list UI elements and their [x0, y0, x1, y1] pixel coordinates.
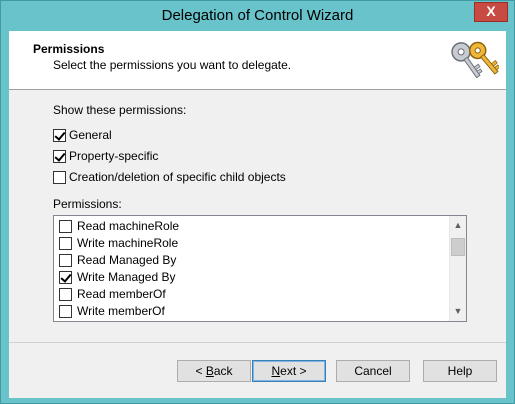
back-button-rest: ack [213, 364, 233, 378]
child-objects-checkbox[interactable]: Creation/deletion of specific child obje… [53, 169, 286, 185]
page-title: Permissions [33, 42, 105, 56]
scroll-up-icon[interactable]: ▲ [450, 217, 466, 234]
general-checkbox-label: General [69, 128, 112, 142]
general-checkbox[interactable]: General [53, 127, 112, 143]
permissions-scrollbar[interactable]: ▲ ▼ [449, 216, 466, 321]
list-item-label: Read memberOf [77, 287, 166, 301]
list-item[interactable]: Write Managed By [59, 269, 176, 285]
child-objects-checkbox-box[interactable] [53, 170, 66, 184]
list-item[interactable]: Write machineRole [59, 235, 178, 251]
cancel-button[interactable]: Cancel [336, 360, 410, 382]
permissions-listbox[interactable]: Read machineRole Write machineRole Read … [53, 215, 467, 322]
property-specific-checkbox-box[interactable] [53, 149, 66, 163]
keys-icon [451, 41, 499, 79]
page-subtitle: Select the permissions you want to deleg… [53, 58, 292, 72]
permissions-label: Permissions: [53, 197, 122, 211]
cancel-button-label: Cancel [354, 364, 392, 378]
list-item-label: Read machineRole [77, 219, 180, 233]
help-button-label: Help [447, 364, 473, 378]
next-button-accel: N [271, 364, 281, 378]
child-objects-checkbox-label: Creation/deletion of specific child obje… [69, 170, 286, 184]
wizard-header: Permissions Select the permissions you w… [9, 31, 506, 90]
scroll-down-icon[interactable]: ▼ [450, 303, 466, 320]
list-item-checkbox[interactable] [59, 270, 72, 284]
general-checkbox-box[interactable] [53, 128, 66, 142]
wizard-window: Delegation of Control Wizard X Permissio… [0, 0, 515, 404]
back-button[interactable]: < Back [177, 360, 251, 382]
list-item[interactable]: Write memberOf [59, 303, 165, 319]
list-item-label: Write machineRole [77, 236, 179, 250]
close-button[interactable]: X [474, 2, 508, 22]
property-specific-checkbox[interactable]: Property-specific [53, 148, 158, 164]
list-item-label: Read Managed By [77, 253, 177, 267]
list-item[interactable]: Read machineRole [59, 218, 179, 234]
back-button-accel: B [205, 364, 214, 378]
property-specific-checkbox-label: Property-specific [69, 149, 159, 163]
list-item-checkbox[interactable] [59, 219, 72, 233]
list-item-checkbox[interactable] [59, 287, 72, 301]
back-button-prefix: < [195, 364, 206, 378]
wizard-client-area: Permissions Select the permissions you w… [9, 31, 506, 398]
list-item-checkbox[interactable] [59, 253, 72, 267]
footer-divider [9, 342, 506, 343]
window-title: Delegation of Control Wizard [161, 7, 354, 24]
list-item[interactable]: Read Managed By [59, 252, 176, 268]
list-item-label: Write Managed By [77, 270, 176, 284]
help-button[interactable]: Help [423, 360, 497, 382]
list-item-checkbox[interactable] [59, 304, 72, 318]
show-permissions-label: Show these permissions: [53, 103, 187, 117]
list-item-label: Write memberOf [77, 304, 165, 318]
list-item-checkbox[interactable] [59, 236, 72, 250]
title-bar[interactable]: Delegation of Control Wizard X [1, 1, 514, 31]
close-icon: X [486, 3, 496, 19]
scrollbar-thumb[interactable] [451, 238, 465, 256]
list-item[interactable]: Read memberOf [59, 286, 166, 302]
next-button[interactable]: Next > [252, 360, 326, 382]
next-button-rest: ext > [280, 364, 307, 378]
